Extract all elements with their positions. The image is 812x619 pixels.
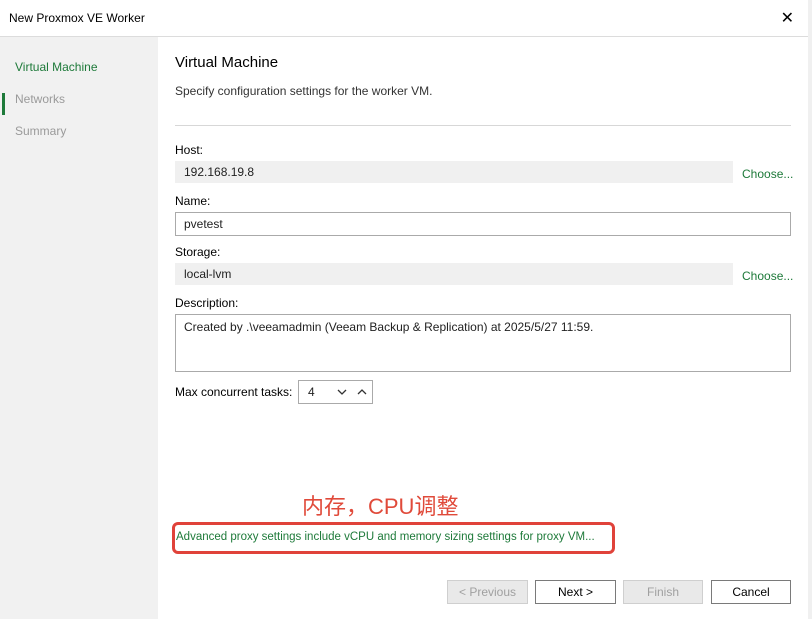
previous-button[interactable]: < Previous [447, 580, 528, 604]
name-input[interactable]: pvetest [175, 212, 791, 236]
active-step-indicator [2, 93, 5, 115]
annotation-text: 内存，CPU调整 [302, 494, 459, 519]
chevron-down-icon[interactable] [335, 384, 349, 400]
close-icon[interactable]: ✕ [781, 8, 794, 28]
storage-choose-link[interactable]: Choose... [742, 269, 793, 283]
page-subtitle: Specify configuration settings for the w… [175, 84, 433, 98]
page-title: Virtual Machine [175, 54, 279, 71]
description-textarea[interactable]: Created by .\veeamadmin (Veeam Backup & … [175, 314, 791, 372]
sidebar-item-networks[interactable]: Networks [15, 92, 65, 106]
window-edge [808, 0, 812, 619]
name-label: Name: [175, 194, 211, 208]
advanced-proxy-settings-link[interactable]: Advanced proxy settings include vCPU and… [176, 531, 595, 543]
main-content: Virtual Machine Specify configuration se… [158, 37, 808, 619]
header-divider [175, 125, 791, 126]
window-title: New Proxmox VE Worker [9, 11, 145, 25]
finish-button[interactable]: Finish [623, 580, 703, 604]
max-tasks-stepper[interactable]: 4 [298, 380, 373, 404]
wizard-sidebar: Virtual Machine Networks Summary [0, 37, 158, 619]
storage-label: Storage: [175, 245, 221, 259]
next-button[interactable]: Next > [535, 580, 616, 604]
cancel-button[interactable]: Cancel [711, 580, 791, 604]
chevron-up-icon[interactable] [355, 384, 369, 400]
host-field: 192.168.19.8 [175, 161, 733, 183]
sidebar-item-summary[interactable]: Summary [15, 124, 66, 138]
max-tasks-label: Max concurrent tasks: [175, 385, 293, 399]
max-tasks-value[interactable]: 4 [308, 385, 315, 399]
host-label: Host: [175, 143, 204, 157]
host-choose-link[interactable]: Choose... [742, 167, 793, 181]
title-bar: New Proxmox VE Worker ✕ [0, 0, 808, 37]
description-label: Description: [175, 296, 239, 310]
storage-field: local-lvm [175, 263, 733, 285]
sidebar-item-virtual-machine[interactable]: Virtual Machine [15, 60, 98, 74]
